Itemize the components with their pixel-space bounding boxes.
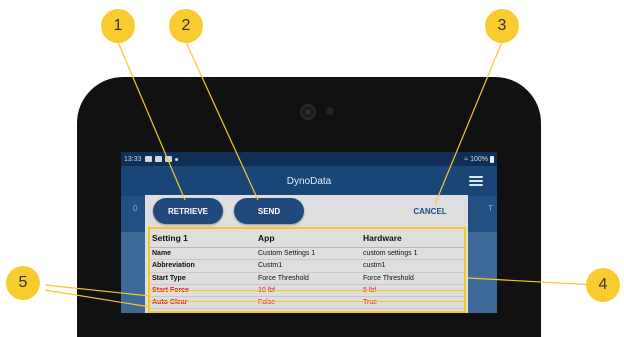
battery-icon [490, 155, 494, 163]
status-bar: 13:33 ≈ 100% [121, 152, 497, 166]
app-notification-icon [154, 156, 162, 162]
eye-icon [164, 156, 172, 162]
hamburger-menu-icon[interactable] [469, 176, 483, 186]
callout-1: 1 [101, 9, 135, 43]
background-tab-right: T [488, 204, 493, 213]
app-bar: DynoData [121, 166, 497, 196]
cancel-button[interactable]: CANCEL [408, 203, 452, 219]
image-notification-icon [144, 156, 152, 162]
sensor-icon [326, 107, 334, 115]
more-notifications-icon [174, 157, 178, 161]
callout-3: 3 [485, 9, 519, 43]
callout-4: 4 [586, 268, 620, 302]
app-title: DynoData [286, 175, 332, 187]
background-tab-left: 0 [133, 204, 138, 213]
retrieve-button[interactable]: RETRIEVE [153, 198, 223, 224]
status-time: 13:33 [124, 155, 142, 163]
auto-clear-row-highlight [148, 301, 466, 313]
callout-2: 2 [169, 9, 203, 43]
wifi-icon: ≈ [464, 155, 469, 163]
callout-5: 5 [6, 266, 40, 300]
camera-icon [300, 104, 316, 120]
send-button[interactable]: SEND [234, 198, 304, 224]
battery-percent: 100% [470, 155, 488, 163]
